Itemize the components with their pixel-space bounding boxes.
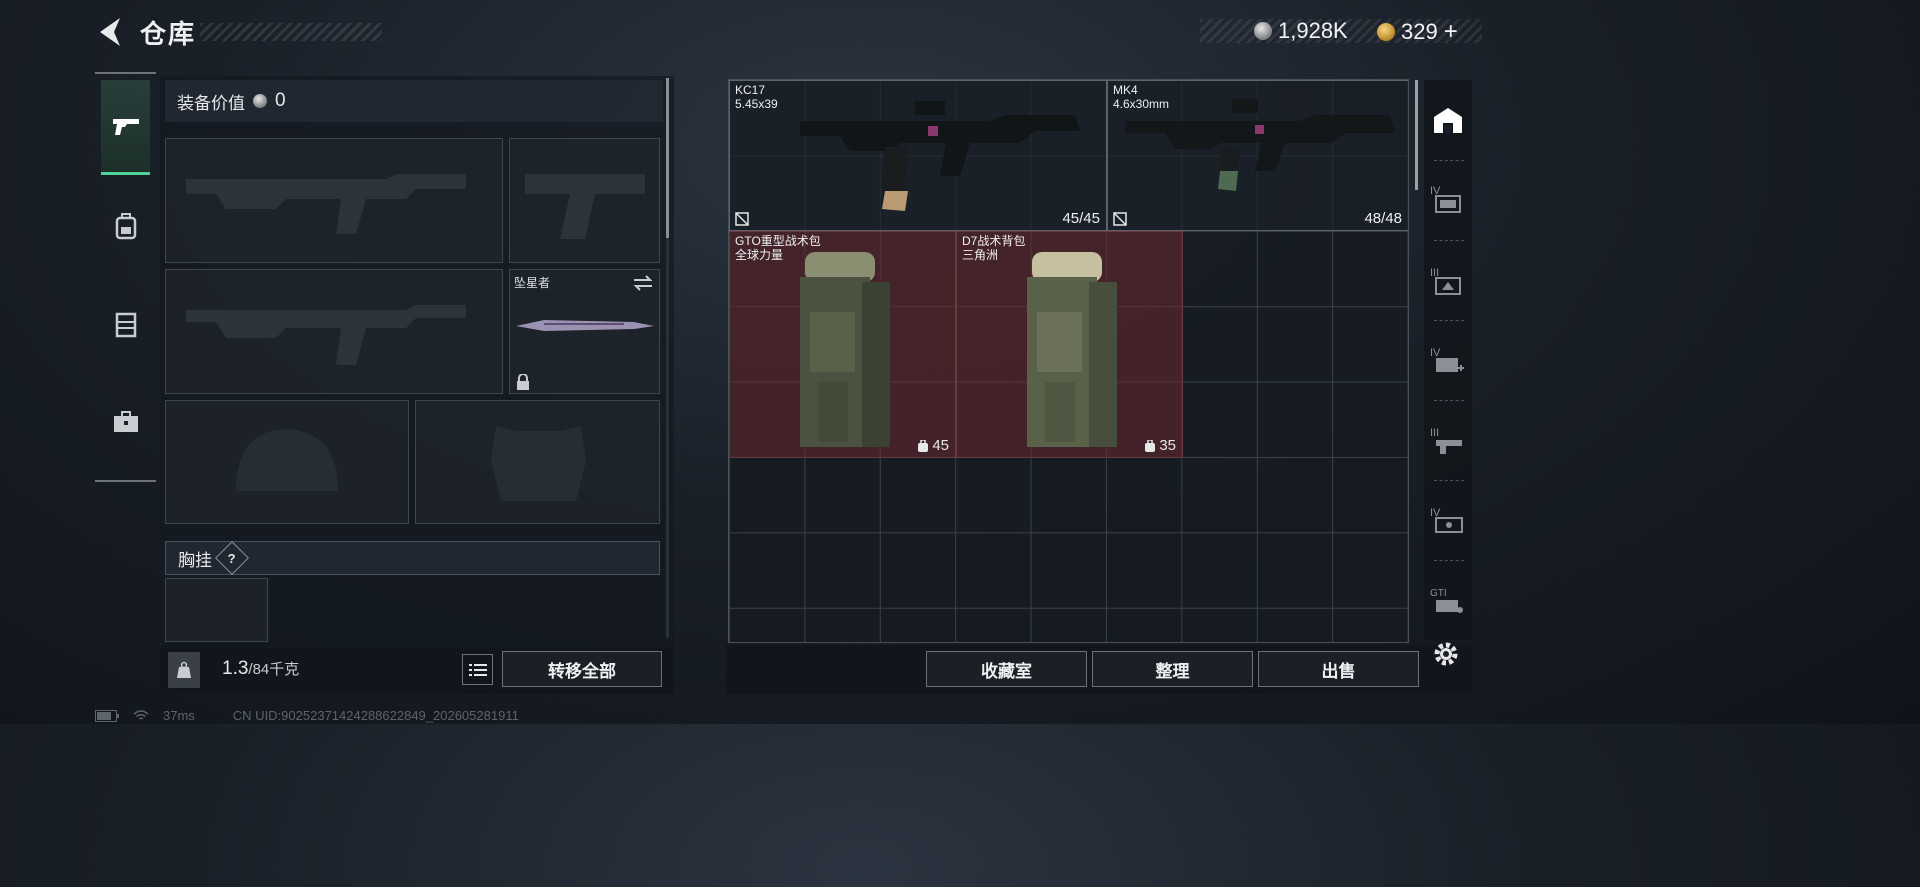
gear-icon	[1434, 642, 1458, 666]
wifi-icon	[133, 709, 149, 720]
armor-silhouette-icon	[491, 426, 586, 501]
uid-text: CN UID:9025237142428862284​9_20260528191…	[232, 708, 519, 723]
gold-currency[interactable]: 329 +	[1377, 18, 1458, 46]
collection-room-button[interactable]: 收藏室	[926, 651, 1087, 687]
back-button[interactable]	[92, 14, 126, 50]
svg-text:III: III	[1430, 427, 1439, 439]
stash-scrollbar[interactable]	[1415, 80, 1418, 190]
silver-coin-icon	[253, 94, 267, 108]
equipment-scroll-thumb[interactable]	[666, 78, 669, 238]
filter-all[interactable]	[1424, 90, 1472, 150]
melee-slot[interactable]: 坠星者	[509, 269, 660, 394]
filter-tier-3-b[interactable]: III	[1424, 410, 1472, 470]
battery-icon	[95, 709, 119, 722]
silver-currency: 1,928K	[1254, 18, 1348, 44]
sell-button[interactable]: 出售	[1258, 651, 1419, 687]
ping-readout: 37ms	[163, 708, 195, 723]
backpack-image	[1027, 252, 1117, 447]
stash-tier-icon: IV	[1430, 347, 1464, 372]
category-weapons[interactable]	[101, 80, 150, 175]
backpack-image	[800, 252, 890, 447]
equipment-value-row: 装备价值 0	[165, 80, 663, 122]
stash-tier-icon: IV	[1430, 507, 1463, 533]
rifle-image	[1125, 99, 1395, 191]
stash-item-kc17[interactable]: KC17 5.45x39 45/45	[729, 80, 1107, 231]
backpack-icon	[115, 213, 136, 240]
stash-item-gto-bag[interactable]: GTO重型战术包 全球力量 45	[729, 231, 956, 458]
helmet-slot[interactable]	[165, 400, 409, 524]
list-icon	[468, 663, 487, 676]
title-decoration	[200, 23, 382, 41]
filter-tier-4-a[interactable]: IV	[1424, 168, 1472, 228]
pistol-silhouette-icon	[525, 174, 645, 239]
svg-text:IV: IV	[1430, 347, 1441, 359]
chest-rig-row: 胸挂 ?	[165, 541, 660, 575]
stash-grid[interactable]: KC17 5.45x39 45/45 MK4 4.6x30mm 48/48 GTO重…	[728, 79, 1409, 643]
stash-tier-icon: GTI	[1430, 588, 1463, 613]
melee-name: 坠星者	[514, 276, 551, 290]
warehouse-icon	[1434, 108, 1462, 133]
rifle-image	[800, 101, 1080, 211]
lock-icon	[517, 374, 529, 390]
settings-button[interactable]	[1430, 638, 1462, 670]
weight-icon	[168, 652, 200, 688]
pistol-icon	[112, 119, 139, 135]
no-ammo-icon	[1113, 212, 1127, 226]
vest-icon	[115, 312, 136, 338]
category-chest-rig[interactable]	[101, 278, 150, 370]
secondary-weapon-slot[interactable]	[165, 269, 503, 394]
list-view-button[interactable]	[462, 654, 493, 685]
helmet-silhouette-icon	[236, 429, 338, 491]
briefcase-icon	[113, 411, 138, 432]
page-title: 仓库	[140, 19, 197, 49]
svg-text:GTI: GTI	[1430, 588, 1447, 599]
transfer-all-button[interactable]: 转移全部	[502, 651, 662, 687]
stash-tier-icon: IV	[1430, 185, 1461, 213]
back-arrow-icon	[100, 18, 120, 46]
no-ammo-icon	[735, 212, 749, 226]
category-backpack[interactable]	[101, 180, 150, 272]
pistol-slot[interactable]	[509, 138, 660, 263]
gold-coin-icon	[1377, 23, 1395, 41]
filter-gti[interactable]: GTI	[1424, 570, 1472, 630]
capacity-icon	[1145, 439, 1156, 452]
capacity-icon	[918, 439, 929, 452]
filter-tier-3-a[interactable]: III	[1424, 250, 1472, 310]
status-bar: 37ms CN UID:9025237142428862284​9_202605…	[95, 708, 519, 723]
stash-tier-icon: III	[1430, 267, 1461, 295]
filter-tier-4-c[interactable]: IV	[1424, 490, 1472, 550]
swap-icon[interactable]	[632, 274, 654, 292]
stash-item-d7-bag[interactable]: D7战术背包 三角洲 35	[956, 231, 1183, 458]
armor-slot[interactable]	[415, 400, 660, 524]
add-gold-button[interactable]: +	[1444, 18, 1458, 46]
stash-item-mk4[interactable]: MK4 4.6x30mm 48/48	[1107, 80, 1408, 231]
help-button[interactable]: ?	[215, 541, 249, 575]
weight-readout: 1.3/84千克	[222, 658, 300, 679]
rifle-silhouette-icon	[186, 174, 466, 234]
category-toolbox[interactable]	[101, 376, 150, 468]
filter-tier-4-b[interactable]: IV	[1424, 330, 1472, 390]
silver-coin-icon	[1254, 22, 1272, 40]
sort-button[interactable]: 整理	[1092, 651, 1253, 687]
stash-tier-icon: III	[1430, 427, 1462, 454]
primary-weapon-slot[interactable]	[165, 138, 503, 263]
rifle-silhouette-icon	[186, 305, 466, 365]
knife-image	[516, 320, 654, 331]
chest-rig-slot[interactable]	[165, 578, 268, 642]
